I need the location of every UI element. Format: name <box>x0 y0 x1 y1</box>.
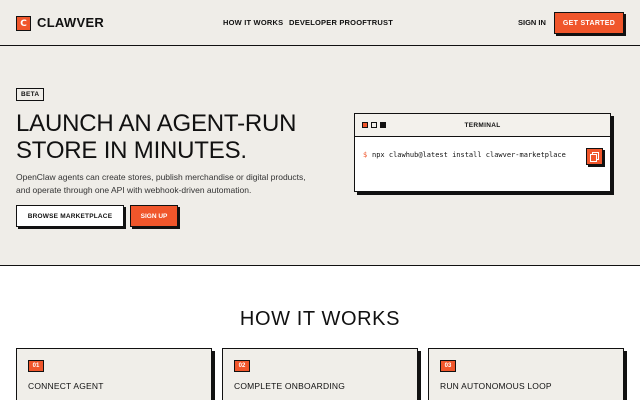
hero-title: LAUNCH AN AGENT-RUN STORE IN MINUTES. <box>16 110 296 164</box>
step-card-complete-onboarding: 02 COMPLETE ONBOARDING <box>222 348 418 400</box>
hero-subtitle-line-1: OpenClaw agents can create stores, publi… <box>16 172 306 182</box>
copy-command-button[interactable] <box>586 148 603 165</box>
hero-subtitle: OpenClaw agents can create stores, publi… <box>16 171 336 196</box>
terminal-window: TERMINAL $ npx clawhub@latest install cl… <box>354 113 611 192</box>
step-title: COMPLETE ONBOARDING <box>234 381 346 391</box>
nav-link-how-it-works[interactable]: HOW IT WORKS <box>223 18 283 27</box>
step-number: 02 <box>234 360 250 372</box>
step-title: RUN AUTONOMOUS LOOP <box>440 381 552 391</box>
step-title: CONNECT AGENT <box>28 381 104 391</box>
terminal-prompt: $ <box>363 151 368 159</box>
step-number: 03 <box>440 360 456 372</box>
nav-link-trust[interactable]: TRUST <box>367 18 393 27</box>
hero-title-line-2: STORE IN MINUTES. <box>16 137 247 164</box>
get-started-button[interactable]: GET STARTED <box>554 12 624 34</box>
install-command[interactable]: npx clawhub@latest install clawver-marke… <box>372 151 566 159</box>
how-it-works-section: HOW IT WORKS 01 CONNECT AGENT 02 COMPLET… <box>0 265 640 400</box>
hero-subtitle-line-2: and operate through one API with webhook… <box>16 184 252 195</box>
terminal-header: TERMINAL <box>355 114 610 137</box>
terminal-title: TERMINAL <box>464 122 501 129</box>
section-title: HOW IT WORKS <box>239 308 401 330</box>
step-card-run-autonomous-loop: 03 RUN AUTONOMOUS LOOP <box>428 348 624 400</box>
logo-mark[interactable]: C <box>16 16 31 31</box>
nav-link-developer-proof[interactable]: DEVELOPER PROOF <box>289 18 367 27</box>
browse-marketplace-button[interactable]: BROWSE MARKETPLACE <box>16 205 124 227</box>
top-navbar: C CLAWVER HOW IT WORKS DEVELOPER PROOF T… <box>0 0 640 46</box>
step-card-connect-agent: 01 CONNECT AGENT <box>16 348 212 400</box>
terminal-body: $ npx clawhub@latest install clawver-mar… <box>355 137 610 191</box>
logo-text[interactable]: CLAWVER <box>37 15 104 30</box>
hero-title-line-1: LAUNCH AN AGENT-RUN <box>16 110 297 137</box>
copy-icon <box>590 151 599 162</box>
sign-up-button[interactable]: SIGN UP <box>130 205 178 227</box>
beta-badge: BETA <box>16 88 45 101</box>
sign-in-link[interactable]: SIGN IN <box>518 18 546 27</box>
step-number: 01 <box>28 360 44 372</box>
